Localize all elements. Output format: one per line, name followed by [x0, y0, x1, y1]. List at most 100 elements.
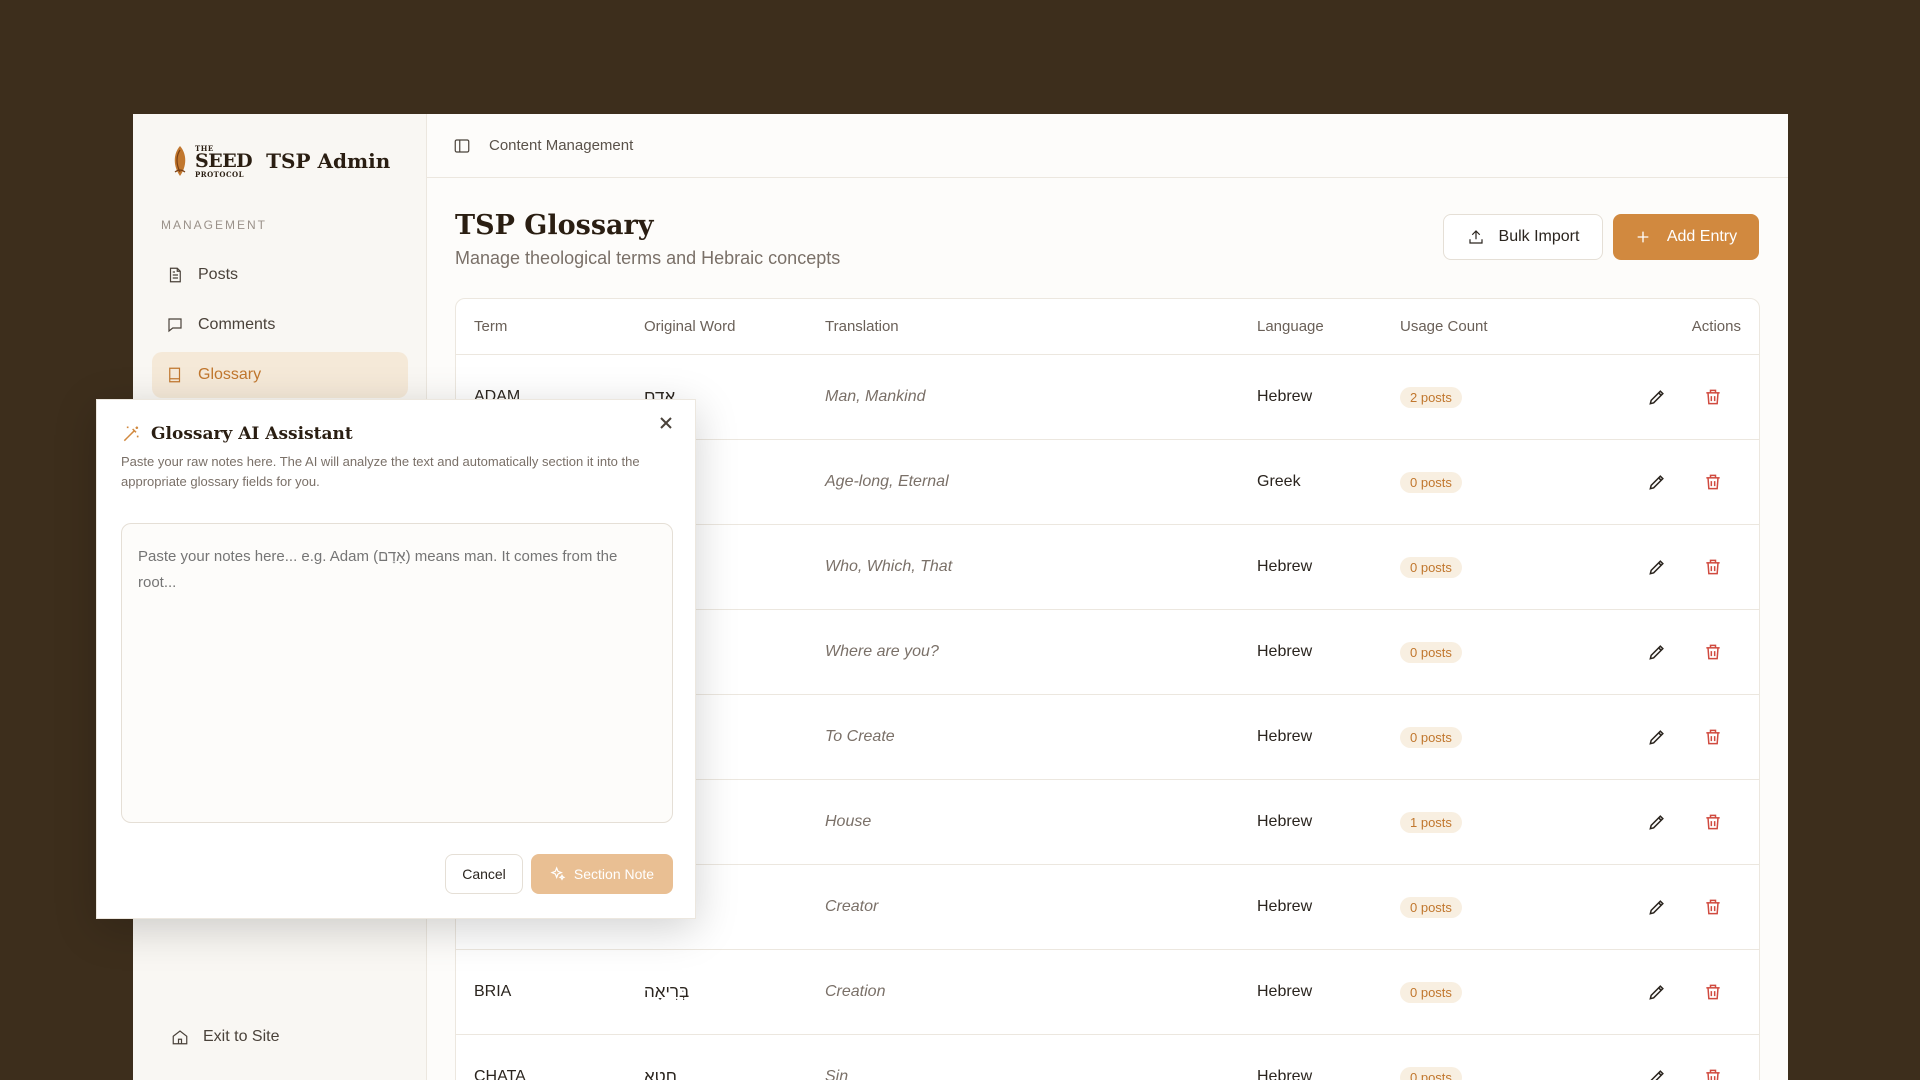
glossary-ai-dialog: Glossary AI Assistant Paste your raw not… — [96, 399, 696, 919]
close-icon — [660, 417, 672, 429]
usage-badge: 0 posts — [1400, 896, 1462, 918]
document-icon — [169, 267, 181, 283]
trash-icon[interactable] — [1703, 982, 1723, 1002]
row-actions — [1600, 472, 1759, 492]
cell-translation: Man, Mankind — [825, 388, 926, 405]
sidebar-item-comments[interactable]: Comments — [152, 302, 408, 348]
usage-badge: 0 posts — [1400, 556, 1462, 578]
header-usage: Usage Count — [1400, 318, 1488, 335]
cell-translation: Creation — [825, 983, 886, 1000]
cell-translation: To Create — [825, 728, 895, 745]
row-actions — [1600, 982, 1759, 1002]
brand[interactable]: THE SEED PROTOCOL TSP Admin — [169, 142, 390, 180]
cell-language: Hebrew — [1257, 388, 1313, 405]
header-term: Term — [474, 318, 508, 335]
trash-icon[interactable] — [1703, 472, 1723, 492]
cell-translation: Creator — [825, 898, 879, 915]
cell-translation: House — [825, 813, 872, 830]
row-actions — [1600, 387, 1759, 407]
upload-icon — [1468, 230, 1483, 244]
exit-to-site-link[interactable]: Exit to Site — [171, 1028, 279, 1046]
sparkles-icon — [550, 866, 566, 881]
cell-language: Hebrew — [1257, 643, 1313, 660]
page-title: TSP Glossary — [455, 210, 654, 241]
close-button[interactable] — [659, 416, 679, 436]
cancel-button[interactable]: Cancel — [445, 854, 523, 894]
usage-badge: 1 posts — [1400, 811, 1462, 833]
seed-logo-icon — [174, 146, 186, 176]
dialog-title: Glossary AI Assistant — [121, 424, 353, 444]
cell-language: Hebrew — [1257, 558, 1313, 575]
trash-icon[interactable] — [1703, 1067, 1723, 1080]
edit-icon[interactable] — [1647, 472, 1667, 492]
trash-icon[interactable] — [1703, 897, 1723, 917]
header-language: Language — [1257, 318, 1324, 335]
row-actions — [1600, 727, 1759, 747]
add-entry-label: Add Entry — [1666, 228, 1738, 245]
book-icon — [169, 367, 181, 383]
bulk-import-label: Bulk Import — [1498, 228, 1580, 245]
edit-icon[interactable] — [1647, 1067, 1667, 1080]
table-row: BRIA בְּרִיאָה Creation Hebrew 0 posts — [456, 950, 1759, 1035]
exit-label: Exit to Site — [203, 1028, 280, 1045]
sidebar-item-glossary[interactable]: Glossary — [152, 352, 408, 398]
trash-icon[interactable] — [1703, 727, 1723, 747]
trash-icon[interactable] — [1703, 642, 1723, 662]
cell-language: Greek — [1257, 473, 1301, 490]
cell-language: Hebrew — [1257, 728, 1313, 745]
trash-icon[interactable] — [1703, 387, 1723, 407]
seed-protocol-logo: THE SEED PROTOCOL — [169, 142, 253, 180]
cell-translation: Age-long, Eternal — [825, 473, 949, 490]
topbar: Content Management — [427, 114, 1788, 178]
home-icon — [172, 1030, 188, 1045]
sidebar-item-label: Posts — [198, 266, 239, 283]
bulk-import-button[interactable]: Bulk Import — [1443, 214, 1603, 260]
chat-icon — [168, 318, 182, 333]
cell-translation: Who, Which, That — [825, 558, 953, 575]
header-original: Original Word — [644, 318, 736, 335]
table-row: CHATA חטא Sin Hebrew 0 posts — [456, 1035, 1759, 1080]
cell-translation: Sin — [825, 1068, 849, 1080]
logo-bottom-text: PROTOCOL — [195, 169, 245, 179]
row-actions — [1600, 557, 1759, 577]
page-subtitle: Manage theological terms and Hebraic con… — [455, 248, 841, 268]
brand-title: TSP Admin — [266, 149, 391, 173]
cell-language: Hebrew — [1257, 983, 1313, 1000]
edit-icon[interactable] — [1647, 642, 1667, 662]
plus-icon — [1637, 231, 1649, 243]
sidebar-nav: Posts Comments Glossary — [152, 252, 408, 402]
edit-icon[interactable] — [1647, 812, 1667, 832]
notes-textarea[interactable] — [121, 523, 673, 823]
header-translation: Translation — [825, 318, 899, 335]
breadcrumb: Content Management — [489, 137, 634, 154]
section-note-button[interactable]: Section Note — [531, 854, 673, 894]
add-entry-button[interactable]: Add Entry — [1613, 214, 1759, 260]
logo-main-text: SEED — [195, 149, 253, 172]
row-actions — [1600, 812, 1759, 832]
cell-original-word: חטא — [644, 1067, 677, 1080]
edit-icon[interactable] — [1647, 557, 1667, 577]
magic-wand-icon — [123, 426, 139, 442]
trash-icon[interactable] — [1703, 557, 1723, 577]
edit-icon[interactable] — [1647, 727, 1667, 747]
header-actions: Actions — [1691, 318, 1741, 335]
trash-icon[interactable] — [1703, 812, 1723, 832]
usage-badge: 0 posts — [1400, 471, 1462, 493]
row-actions — [1600, 1067, 1759, 1080]
edit-icon[interactable] — [1647, 387, 1667, 407]
sidebar-toggle-icon[interactable] — [453, 137, 471, 155]
cell-language: Hebrew — [1257, 1068, 1313, 1080]
cell-original-word: בְּרִיאָה — [644, 982, 690, 1001]
usage-badge: 2 posts — [1400, 386, 1462, 408]
cell-language: Hebrew — [1257, 898, 1313, 915]
usage-badge: 0 posts — [1400, 981, 1462, 1003]
sidebar-item-label: Comments — [198, 316, 276, 333]
edit-icon[interactable] — [1647, 897, 1667, 917]
section-label: MANAGEMENT — [161, 218, 268, 232]
cell-language: Hebrew — [1257, 813, 1313, 830]
table-header: Term Original Word Translation Language … — [456, 299, 1759, 355]
sidebar-item-posts[interactable]: Posts — [152, 252, 408, 298]
row-actions — [1600, 642, 1759, 662]
cell-translation: Where are you? — [825, 643, 939, 660]
edit-icon[interactable] — [1647, 982, 1667, 1002]
